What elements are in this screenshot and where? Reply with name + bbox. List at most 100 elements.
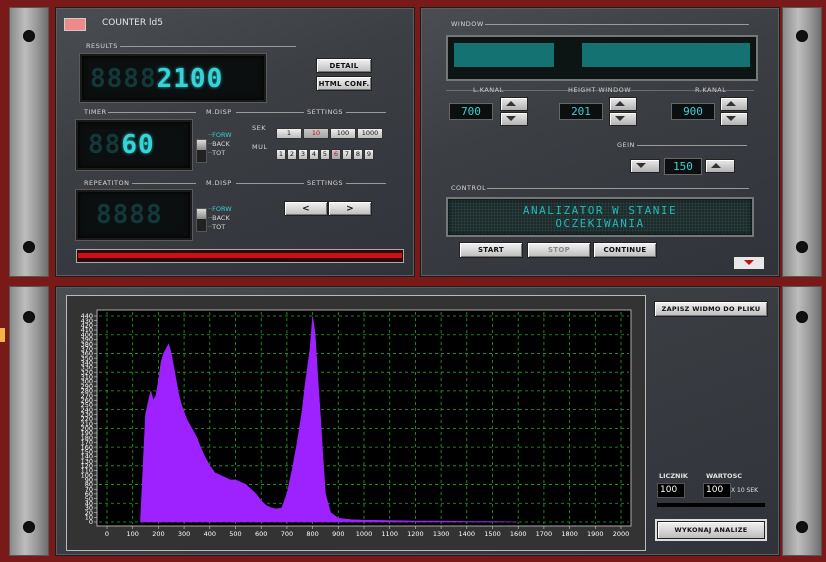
repetition-prev-button[interactable]: < — [284, 201, 328, 216]
timer-mode-toggle[interactable] — [196, 139, 207, 163]
repetition-next-button[interactable]: > — [328, 201, 372, 216]
continue-button[interactable]: CONTINUE — [593, 242, 657, 258]
rack-screw — [23, 241, 35, 253]
save-spectrum-button[interactable]: ZAPISZ WIDMO DO PLIKU — [654, 301, 768, 317]
run-analysis-button[interactable]: WYKONAJ ANALIZE — [657, 521, 765, 539]
mul-option-1[interactable]: 1 — [276, 149, 286, 160]
results-ghost: 8888 — [90, 64, 157, 94]
licznik-field[interactable]: 100 — [657, 483, 685, 498]
gein-up-button[interactable] — [705, 159, 735, 173]
mul-option-9[interactable]: 9 — [364, 149, 374, 160]
repetition-display: 8888 — [76, 190, 192, 240]
start-button[interactable]: START — [459, 242, 523, 258]
repetition-mode-toggle[interactable] — [196, 208, 207, 232]
timer-ghost: 88 — [88, 130, 122, 160]
mul-option-2[interactable]: 2 — [287, 149, 297, 160]
rkanal-up-button[interactable] — [720, 97, 748, 111]
rack-screw — [796, 241, 808, 253]
analysis-progress — [657, 503, 765, 507]
app-title: COUNTER ld5 — [102, 18, 163, 28]
x-tick-label: 800 — [306, 530, 318, 538]
wartosc-field[interactable]: 100 — [703, 483, 731, 498]
timer-option-back[interactable]: ··BACK — [208, 140, 230, 149]
gein-down-button[interactable] — [630, 159, 660, 173]
right-rail-bottom — [782, 286, 822, 556]
wartosc-label: WARTOSC — [706, 472, 743, 480]
x-tick-label: 500 — [229, 530, 241, 538]
stop-button[interactable]: STOP — [527, 242, 591, 258]
x-tick-label: 300 — [178, 530, 190, 538]
mul-option-3[interactable]: 3 — [298, 149, 308, 160]
rack-screw — [23, 30, 35, 42]
height-window-value[interactable]: 201 — [559, 103, 603, 120]
timer-settings-label: SETTINGS — [307, 108, 344, 116]
sek-option-10[interactable]: 10 — [303, 128, 329, 139]
x-tick-label: 1400 — [459, 530, 476, 538]
sek-option-1000[interactable]: 1000 — [357, 128, 383, 139]
timer-divider — [108, 112, 196, 113]
spectrum-chart: 0102030405060708090100110120130140150160… — [81, 309, 632, 538]
rack-screw — [796, 30, 808, 42]
mul-option-6[interactable]: 6 — [331, 149, 341, 160]
lkanal-up-button[interactable] — [500, 97, 528, 111]
spectrum-frame: 0 10 20 30 40 50 60 70 80 90 100 110 120 130 140 150 160… — [66, 295, 646, 551]
lkanal-value[interactable]: 700 — [449, 103, 493, 120]
x-tick-label: 1900 — [587, 530, 604, 538]
x-tick-label: 600 — [255, 530, 267, 538]
gein-divider — [637, 145, 747, 146]
sek-option-100[interactable]: 100 — [330, 128, 356, 139]
repetition-option-back[interactable]: ··BACK — [208, 214, 230, 223]
status-line-2: OCZEKIWANIA — [555, 217, 645, 230]
timer-label: TIMER — [84, 108, 107, 116]
repetition-option-tot[interactable]: ··TOT — [208, 223, 225, 232]
results-digits: 88882100 — [90, 64, 223, 94]
status-display: ANALIZATOR W STANIE OCZEKIWANIA — [446, 197, 754, 237]
timer-option-tot[interactable]: ··TOT — [208, 149, 225, 158]
repetition-settings-label: SETTINGS — [307, 179, 344, 187]
gein-value[interactable]: 150 — [664, 158, 702, 175]
mul-option-4[interactable]: 4 — [309, 149, 319, 160]
channel-divider — [446, 90, 754, 91]
left-rail-bottom — [9, 286, 49, 556]
spectrum-panel: 0 10 20 30 40 50 60 70 80 90 100 110 120 130 140 150 160… — [55, 286, 780, 556]
x-tick-label: 1800 — [561, 530, 578, 538]
results-divider — [120, 46, 296, 47]
sek-option-1[interactable]: 1 — [276, 128, 302, 139]
window-panel: WINDOW L.KANAL HEIGHT WINDOW R.KANAL 700… — [420, 7, 780, 277]
power-indicator[interactable] — [64, 18, 86, 31]
rack-screw — [23, 521, 35, 533]
window-label: WINDOW — [451, 20, 484, 28]
status-line-1: ANALIZATOR W STANIE — [522, 204, 678, 217]
height-down-button[interactable] — [609, 112, 637, 126]
lkanal-down-button[interactable] — [500, 112, 528, 126]
window-bar — [446, 35, 758, 81]
results-label: RESULTS — [86, 42, 118, 50]
timer-digits: 8860 — [88, 130, 155, 160]
rack-screw — [796, 521, 808, 533]
x-tick-label: 1600 — [510, 530, 527, 538]
timer-divider-2 — [236, 112, 304, 113]
repetition-digits: 8888 — [96, 200, 163, 230]
x-tick-label: 2000 — [613, 530, 630, 538]
collapse-button[interactable] — [733, 256, 765, 270]
x-tick-label: 1100 — [381, 530, 398, 538]
mul-selector: 123456789 — [276, 149, 375, 168]
rkanal-value[interactable]: 900 — [671, 103, 715, 120]
mul-option-7[interactable]: 7 — [342, 149, 352, 160]
chevron-down-icon — [744, 260, 754, 265]
x-tick-label: 1300 — [433, 530, 450, 538]
mul-option-8[interactable]: 8 — [353, 149, 363, 160]
height-up-button[interactable] — [609, 97, 637, 111]
results-display: 88882100 — [80, 54, 266, 102]
timer-option-forw[interactable]: ··FORW — [208, 131, 232, 140]
rkanal-down-button[interactable] — [720, 112, 748, 126]
rack-screw — [796, 311, 808, 323]
progress-bar — [76, 249, 404, 263]
detail-button[interactable]: DETAIL — [316, 58, 372, 73]
html-conf-button[interactable]: HTML CONF. — [316, 76, 372, 91]
licznik-label: LICZNIK — [659, 472, 688, 480]
timer-mdisp-label: M.DISP — [206, 108, 232, 116]
repetition-option-forw[interactable]: ··FORW — [208, 205, 232, 214]
control-label: CONTROL — [451, 184, 487, 192]
mul-option-5[interactable]: 5 — [320, 149, 330, 160]
